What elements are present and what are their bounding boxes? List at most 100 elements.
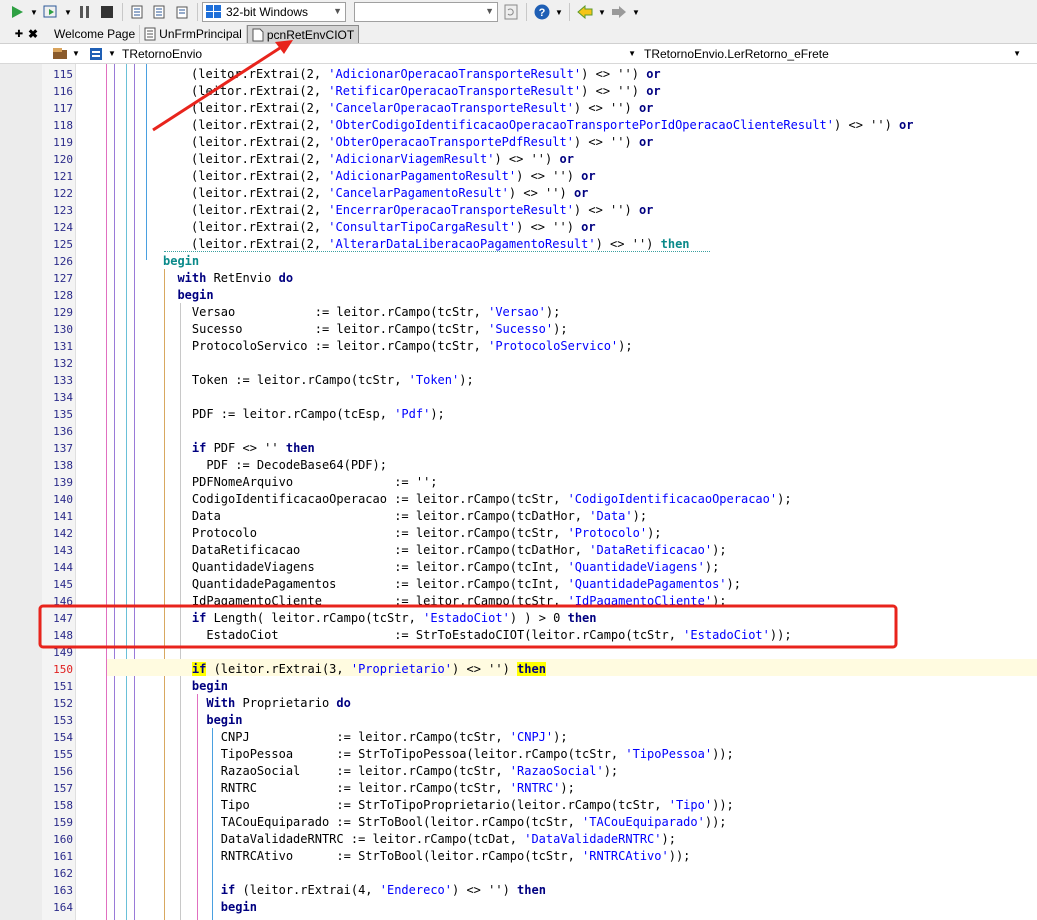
- code-token: TipoPessoa := StrToTipoPessoa(leitor.rCa…: [163, 747, 626, 761]
- code-token: RazaoSocial := leitor.rCampo(tcStr,: [163, 764, 510, 778]
- code-line: CNPJ := leitor.rCampo(tcStr, 'CNPJ');: [163, 729, 568, 746]
- line-number: 151: [53, 680, 73, 693]
- code-line: PDFNomeArquivo := '';: [163, 474, 438, 491]
- keyword: or: [581, 169, 596, 183]
- tab-pcnretenvciot[interactable]: pcnRetEnvCIOT: [246, 25, 360, 43]
- keyword: if: [191, 441, 207, 455]
- keyword: begin: [177, 288, 214, 302]
- code-token: (leitor.rExtrai(2,: [191, 169, 329, 183]
- code-token: (leitor.rExtrai(3,: [206, 662, 351, 676]
- code-line: with RetEnvio do: [163, 270, 293, 287]
- code-token: );: [712, 594, 727, 608]
- line-number: 143: [53, 544, 73, 557]
- string-literal: 'AdicionarViagemResult': [328, 152, 495, 166]
- code-token: (leitor.rExtrai(2,: [191, 84, 329, 98]
- line-number: 129: [53, 306, 73, 319]
- run-without-debug-icon[interactable]: [40, 2, 62, 22]
- code-token: ) <> ''): [581, 67, 647, 81]
- keyword: or: [638, 135, 654, 149]
- structure-guide: [114, 64, 115, 920]
- code-token: );: [632, 509, 648, 523]
- pause-icon[interactable]: [74, 2, 96, 22]
- string-literal: 'AlterarDataLiberacaoPagamentoResult': [328, 237, 596, 251]
- navigate-back-icon[interactable]: [574, 2, 596, 22]
- string-literal: 'DataRetificacao': [589, 543, 713, 557]
- string-literal: 'AdicionarPagamentoResult': [328, 169, 517, 183]
- tab-welcome-page[interactable]: Welcome Page: [50, 25, 141, 43]
- line-number: 138: [53, 459, 73, 472]
- code-line: ProtocoloServico := leitor.rCampo(tcStr,…: [163, 338, 633, 355]
- code-token: );: [726, 577, 741, 591]
- step-over-icon[interactable]: [149, 2, 171, 22]
- class-browser-icon[interactable]: [50, 44, 70, 64]
- line-number: 117: [53, 102, 73, 115]
- keyword: or: [899, 118, 914, 132]
- navigate-back-dropdown-icon[interactable]: ▼: [596, 2, 608, 22]
- code-line: if Length( leitor.rCampo(tcStr, 'EstadoC…: [163, 610, 597, 627]
- class-selector[interactable]: TRetornoEnvio ▼: [118, 45, 638, 63]
- code-token: EstadoCiot := StrToEstadoCIOT(leitor.rCa…: [163, 628, 684, 642]
- structure-guide: [106, 64, 107, 920]
- code-line: (leitor.rExtrai(2, 'AdicionarViagemResul…: [191, 151, 574, 168]
- run-icon[interactable]: [6, 2, 28, 22]
- string-literal: 'TACouEquiparado': [582, 815, 705, 829]
- code-token: );: [647, 526, 662, 540]
- string-literal: 'Endereco': [379, 883, 452, 897]
- navigate-forward-dropdown-icon[interactable]: ▼: [630, 2, 642, 22]
- code-token: );: [459, 373, 474, 387]
- run-without-debug-dropdown-icon[interactable]: ▼: [62, 2, 74, 22]
- code-token: ) <> ''): [452, 662, 518, 676]
- keyword: if: [220, 883, 236, 897]
- keyword: then: [285, 441, 315, 455]
- run-to-cursor-icon[interactable]: [171, 2, 193, 22]
- run-dropdown-icon[interactable]: ▼: [28, 2, 40, 22]
- string-literal: 'ObterOperacaoTransportePdfResult': [328, 135, 574, 149]
- pin-icon[interactable]: ✚: [12, 25, 26, 43]
- string-literal: 'DataValidadeRNTRC': [524, 832, 662, 846]
- editor-gutter[interactable]: [0, 64, 42, 920]
- code-token: Versao := leitor.rCampo(tcStr,: [163, 305, 489, 319]
- help-dropdown-icon[interactable]: ▼: [553, 2, 565, 22]
- code-line: TipoPessoa := StrToTipoPessoa(leitor.rCa…: [163, 746, 734, 763]
- navigate-forward-icon[interactable]: [608, 2, 630, 22]
- string-literal: 'ObterCodigoIdentificacaoOperacaoTranspo…: [328, 118, 835, 132]
- keyword: if: [191, 662, 207, 676]
- tab-unfrmprincipal[interactable]: UnFrmPrincipal: [140, 25, 247, 43]
- line-number: 136: [53, 425, 73, 438]
- code-editor[interactable]: (leitor.rExtrai(2, 'AdicionarOperacaoTra…: [77, 64, 1037, 920]
- unit-file-icon: [252, 28, 264, 41]
- class-icon[interactable]: [86, 44, 106, 64]
- code-line: Protocolo := leitor.rCampo(tcStr, 'Proto…: [163, 525, 662, 542]
- configuration-select[interactable]: ▼: [354, 2, 498, 22]
- keyword: begin: [220, 900, 257, 914]
- string-literal: 'RNTRCAtivo': [582, 849, 669, 863]
- help-icon[interactable]: ?: [531, 2, 553, 22]
- line-number: 147: [53, 612, 73, 625]
- code-token: Protocolo := leitor.rCampo(tcStr,: [163, 526, 568, 540]
- step-into-icon[interactable]: [127, 2, 149, 22]
- code-token: PDF := leitor.rCampo(tcEsp,: [163, 407, 395, 421]
- line-number: 137: [53, 442, 73, 455]
- platform-select[interactable]: 32-bit Windows ▼: [202, 2, 346, 22]
- stop-icon[interactable]: [96, 2, 118, 22]
- code-token: ) <> ''): [516, 220, 582, 234]
- close-icon[interactable]: ✖: [26, 25, 40, 43]
- code-token: ) <> ''): [508, 186, 574, 200]
- keyword: or: [559, 152, 574, 166]
- code-token: (leitor.rExtrai(2,: [191, 152, 329, 166]
- keyword: if: [191, 611, 207, 625]
- main-toolbar: ▼ ▼ 32-bit Windows ▼ ▼ ? ▼ ▼ ▼: [0, 0, 1037, 24]
- class-dropdown-icon[interactable]: ▼: [106, 44, 118, 64]
- code-line: PDF := DecodeBase64(PDF);: [163, 457, 387, 474]
- string-literal: 'EstadoCiot': [423, 611, 510, 625]
- code-line: RazaoSocial := leitor.rCampo(tcStr, 'Raz…: [163, 763, 618, 780]
- string-literal: 'CancelarOperacaoTransporteResult': [328, 101, 574, 115]
- toolbar-separator: [569, 3, 570, 21]
- class-browser-dropdown-icon[interactable]: ▼: [70, 44, 82, 64]
- config-manager-icon[interactable]: [500, 2, 522, 22]
- string-literal: 'Data': [589, 509, 633, 523]
- method-selector[interactable]: TRetornoEnvio.LerRetorno_eFrete ▼: [638, 45, 1023, 63]
